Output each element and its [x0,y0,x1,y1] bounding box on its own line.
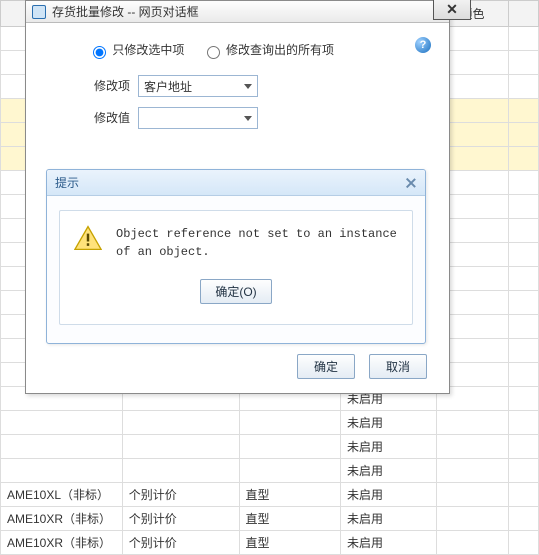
table-cell [508,291,539,315]
modify-value-dropdown[interactable] [138,107,258,129]
table-cell [508,411,539,435]
table-cell [508,219,539,243]
help-icon[interactable]: ? [415,37,431,53]
table-cell: 未启用 [341,459,437,483]
table-row[interactable]: 未启用 [1,435,539,459]
table-cell: 个别计价 [122,483,239,507]
modify-value-label: 修改值 [48,109,138,126]
table-cell [239,411,341,435]
table-cell [1,435,123,459]
table-cell [437,483,508,507]
table-cell [508,99,539,123]
table-cell [508,483,539,507]
table-cell [508,531,539,555]
prompt-ok-button[interactable]: 确定(O) [200,279,271,304]
dialog-window-close-button[interactable]: ✕ [433,0,471,20]
table-cell: 直型 [239,531,341,555]
table-row[interactable]: AME10XR（非标）个别计价直型未启用 [1,531,539,555]
table-row[interactable]: AME10XL（非标）个别计价直型未启用 [1,483,539,507]
table-cell: 未启用 [341,507,437,531]
table-cell [508,459,539,483]
table-cell [508,171,539,195]
table-cell: 直型 [239,507,341,531]
table-cell: AME10XR（非标） [1,507,123,531]
table-cell [508,51,539,75]
prompt-close-icon[interactable] [405,177,417,189]
modify-item-label: 修改项 [48,77,138,94]
cancel-button[interactable]: 取消 [369,354,427,379]
table-cell: 未启用 [341,411,437,435]
app-icon [32,5,46,19]
table-cell [508,243,539,267]
table-cell [122,411,239,435]
table-cell [1,411,123,435]
table-cell [508,339,539,363]
table-cell: 个别计价 [122,507,239,531]
table-cell [437,507,508,531]
table-cell [437,411,508,435]
table-cell [508,363,539,387]
table-cell: AME10XR（非标） [1,531,123,555]
table-cell [508,387,539,411]
error-prompt-dialog: 提示 Object reference not set to an inst [46,169,426,344]
table-cell [437,531,508,555]
table-row[interactable]: 未启用 [1,411,539,435]
table-cell [122,435,239,459]
table-cell [239,459,341,483]
table-cell [508,267,539,291]
table-cell [508,27,539,51]
warning-icon [74,225,102,251]
dialog-titlebar: 存货批量修改 -- 网页对话框 [26,1,449,23]
table-cell [508,123,539,147]
error-message: Object reference not set to an instance … [116,225,398,261]
table-cell: 直型 [239,483,341,507]
radio-modify-selected[interactable]: 只修改选中项 [88,43,188,57]
modify-item-dropdown[interactable]: 客户地址 [138,75,258,97]
dialog-title: 存货批量修改 -- 网页对话框 [52,3,199,20]
table-cell: 未启用 [341,531,437,555]
table-cell [508,315,539,339]
table-cell [508,507,539,531]
table-cell: 个别计价 [122,531,239,555]
table-cell [437,459,508,483]
table-cell: 未启用 [341,483,437,507]
table-cell [122,459,239,483]
table-cell [1,459,123,483]
radio-modify-selected-input[interactable] [93,46,106,59]
prompt-title: 提示 [55,174,79,191]
close-icon: ✕ [446,1,458,18]
batch-modify-dialog: ✕ 存货批量修改 -- 网页对话框 ? 只修改选中项 修改查询出的所有项 修改项… [25,0,450,394]
table-cell [508,75,539,99]
table-cell [239,435,341,459]
table-cell [437,435,508,459]
radio-modify-all[interactable]: 修改查询出的所有项 [202,43,334,57]
table-row[interactable]: 未启用 [1,459,539,483]
table-cell: 未启用 [341,435,437,459]
table-cell [508,435,539,459]
table-cell: AME10XL（非标） [1,483,123,507]
table-cell [508,147,539,171]
radio-modify-all-input[interactable] [207,46,220,59]
table-cell [508,195,539,219]
table-row[interactable]: AME10XR（非标）个别计价直型未启用 [1,507,539,531]
ok-button[interactable]: 确定 [297,354,355,379]
